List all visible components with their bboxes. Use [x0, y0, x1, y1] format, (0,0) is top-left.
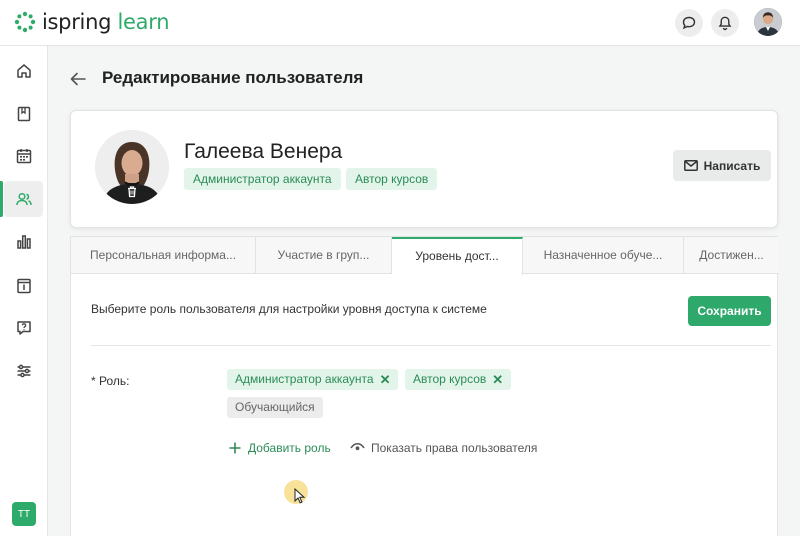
eye-icon	[350, 442, 365, 451]
role-tag-admin: Администратор аккаунта ✕	[227, 369, 399, 390]
profile-photo[interactable]	[95, 130, 169, 204]
role-chip-author: Автор курсов	[346, 168, 438, 190]
book-icon	[17, 106, 30, 122]
remove-role-icon[interactable]: ✕	[380, 369, 391, 390]
profile-card: Галеева Венера Администратор аккаунта Ав…	[70, 110, 778, 228]
tab-personal-info[interactable]: Персональная информа...	[71, 237, 256, 274]
bar-chart-icon	[16, 235, 31, 249]
sidebar-item-library[interactable]	[4, 96, 43, 132]
save-button[interactable]: Сохранить	[688, 296, 771, 326]
role-tag-author: Автор курсов ✕	[405, 369, 512, 390]
tab-bar: Персональная информа... Участие в груп..…	[71, 237, 779, 275]
sidebar-item-reports[interactable]	[4, 224, 43, 260]
envelope-icon	[683, 160, 698, 171]
mouse-cursor-icon	[294, 488, 306, 504]
tab-achievements[interactable]: Достижен...	[684, 237, 779, 274]
add-role-label: Добавить роль	[248, 441, 331, 455]
access-hint: Выберите роль пользователя для настройки…	[91, 302, 487, 316]
back-arrow-icon[interactable]	[68, 70, 88, 88]
page-title: Редактирование пользователя	[102, 68, 364, 87]
sidebar-item-users[interactable]	[0, 181, 43, 217]
trash-icon[interactable]	[126, 185, 138, 198]
sidebar-item-calendar[interactable]	[4, 138, 43, 174]
question-icon	[16, 321, 31, 335]
user-name: Галеева Венера	[184, 140, 343, 163]
sliders-icon	[17, 364, 30, 378]
sidebar-item-home[interactable]	[4, 53, 43, 89]
users-icon	[15, 192, 32, 206]
user-settings-panel: Персональная информа... Участие в груп..…	[70, 236, 779, 536]
role-tag-label: Автор курсов	[413, 372, 487, 386]
role-tag-label: Администратор аккаунта	[235, 372, 374, 386]
plus-icon	[229, 442, 241, 454]
sidebar-item-settings[interactable]	[4, 353, 43, 389]
tab-groups[interactable]: Участие в груп...	[256, 237, 392, 274]
write-message-button[interactable]: Написать	[673, 150, 771, 181]
logo[interactable]: ispring learn	[14, 10, 170, 34]
tab-access-level[interactable]: Уровень дост...	[392, 237, 523, 275]
bell-icon[interactable]	[711, 9, 739, 37]
remove-role-icon[interactable]: ✕	[492, 369, 503, 390]
current-user-badge[interactable]: TT	[12, 502, 36, 526]
role-tag-label: Обучающийся	[235, 400, 315, 414]
calendar-icon	[16, 149, 31, 164]
user-avatar[interactable]	[754, 8, 782, 36]
role-label: * Роль:	[91, 374, 130, 388]
chat-bubble-icon[interactable]	[675, 9, 703, 37]
info-panel-icon	[16, 278, 31, 294]
show-rights-button[interactable]: Показать права пользователя	[350, 441, 537, 455]
sidebar-item-info[interactable]	[4, 268, 43, 304]
sidebar-item-help[interactable]	[4, 310, 43, 346]
logo-text: ispring learn	[42, 10, 170, 34]
tab-assigned-learning[interactable]: Назначенное обуче...	[523, 237, 684, 274]
divider	[91, 345, 771, 346]
role-chip-admin: Администратор аккаунта	[184, 168, 341, 190]
role-tag-learner: Обучающийся	[227, 397, 323, 418]
logo-mark-icon	[14, 11, 36, 33]
write-message-label: Написать	[703, 158, 761, 173]
sidebar: TT	[0, 46, 48, 536]
show-rights-label: Показать права пользователя	[371, 441, 538, 455]
add-role-button[interactable]: Добавить роль	[228, 441, 331, 455]
home-icon	[16, 64, 31, 78]
top-bar: ispring learn	[0, 0, 800, 46]
